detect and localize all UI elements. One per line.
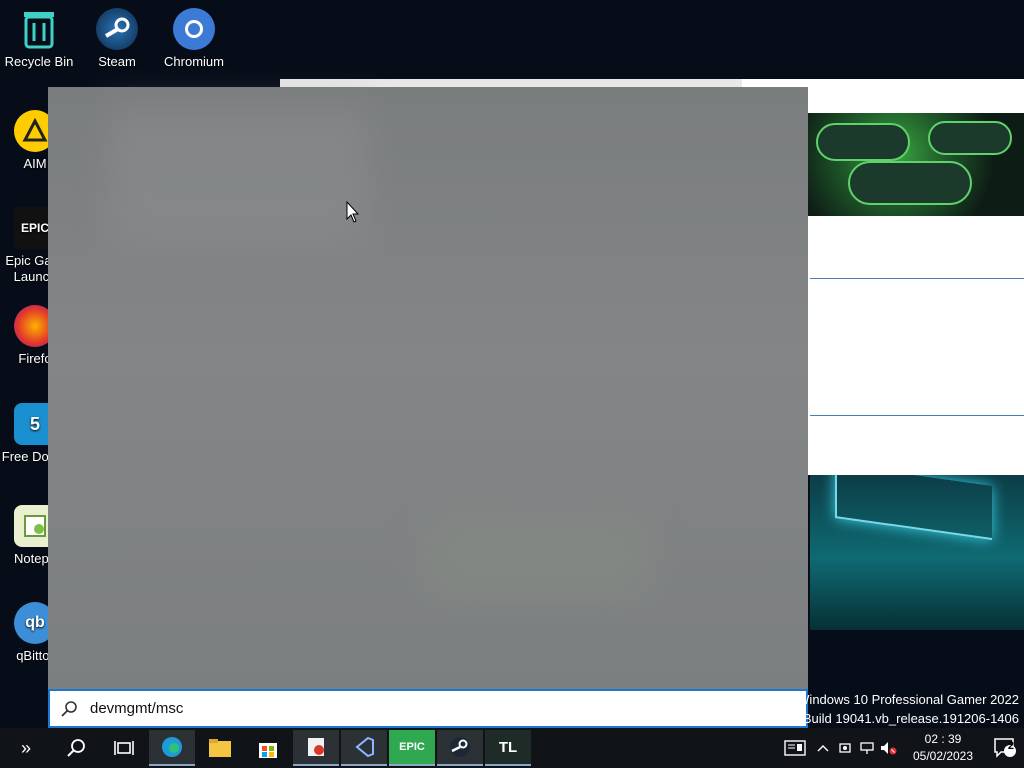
- taskbar-tl-app[interactable]: TL: [485, 730, 531, 766]
- desktop-icon-label: Steam: [98, 54, 136, 69]
- task-view-icon: [114, 741, 134, 755]
- taskbar-clock[interactable]: 02 : 39 05/02/2023: [910, 731, 976, 765]
- desktop-icon-chromium[interactable]: Chromium: [156, 8, 232, 70]
- watermark-edition: Windows 10 Professional Gamer 2022: [797, 692, 1019, 707]
- search-input[interactable]: [88, 699, 772, 718]
- desktop-icon-label: Chromium: [164, 54, 224, 69]
- store-icon: [259, 743, 277, 758]
- chevron-up-icon[interactable]: [812, 744, 834, 752]
- taskbar-steam[interactable]: [437, 730, 483, 766]
- notification-count: 2: [1007, 740, 1014, 752]
- search-icon: [67, 739, 85, 757]
- content-divider: [810, 278, 1024, 279]
- content-divider: [810, 415, 1024, 416]
- game-controller-banner: [808, 113, 1024, 216]
- search-box[interactable]: [48, 689, 808, 728]
- taskbar-notepad-plus-plus[interactable]: [293, 730, 339, 766]
- volume-muted-icon[interactable]: [878, 741, 900, 755]
- recycle-bin-icon: [18, 8, 60, 50]
- windows-watermark: Windows 10 Professional Gamer 2022 Build…: [797, 690, 1019, 728]
- search-icon: [50, 700, 88, 718]
- visual-studio-icon: [355, 736, 374, 758]
- steam-icon: [450, 737, 470, 757]
- taskbar-visual-studio[interactable]: [341, 730, 387, 766]
- system-tray: 02 : 39 05/02/2023 2: [778, 728, 1024, 768]
- clock-time: 02 : 39: [924, 732, 962, 746]
- taskbar: » EPIC TL 02: 39 05/02/2023 2: [0, 728, 1024, 768]
- start-chevron-icon: »: [20, 737, 31, 758]
- taskbar-search-button[interactable]: [52, 728, 100, 768]
- taskbar-microsoft-store[interactable]: [245, 730, 291, 766]
- taskbar-file-explorer[interactable]: [197, 730, 243, 766]
- webcam-icon[interactable]: [834, 741, 856, 755]
- tl-app-icon: TL: [498, 738, 518, 756]
- chromium-icon: [173, 8, 215, 50]
- news-widget-icon[interactable]: [778, 740, 812, 756]
- network-icon[interactable]: [856, 741, 878, 755]
- edge-icon: [162, 737, 182, 757]
- desktop-icon-steam[interactable]: Steam: [79, 8, 155, 70]
- task-view-button[interactable]: [100, 728, 148, 768]
- folder-icon: [209, 739, 231, 757]
- search-results-panel[interactable]: [48, 87, 808, 689]
- taskbar-edge[interactable]: [149, 730, 195, 766]
- notepad-plus-plus-icon: [308, 738, 324, 756]
- clock-date: 05/02/2023: [912, 749, 974, 763]
- desktop-icon-recycle-bin[interactable]: Recycle Bin: [1, 8, 77, 70]
- taskbar-epic-games[interactable]: EPIC: [389, 730, 435, 766]
- epic-games-icon: EPIC: [399, 741, 425, 753]
- panel-blur: [108, 107, 368, 247]
- desktop-icon-label: Recycle Bin: [4, 54, 74, 69]
- action-center-button[interactable]: 2: [986, 737, 1024, 759]
- start-button[interactable]: »: [0, 728, 52, 768]
- panel-blur: [428, 517, 648, 597]
- watermark-build: Build 19041.vb_release.191206-1406: [802, 711, 1019, 726]
- steam-icon: [96, 8, 138, 50]
